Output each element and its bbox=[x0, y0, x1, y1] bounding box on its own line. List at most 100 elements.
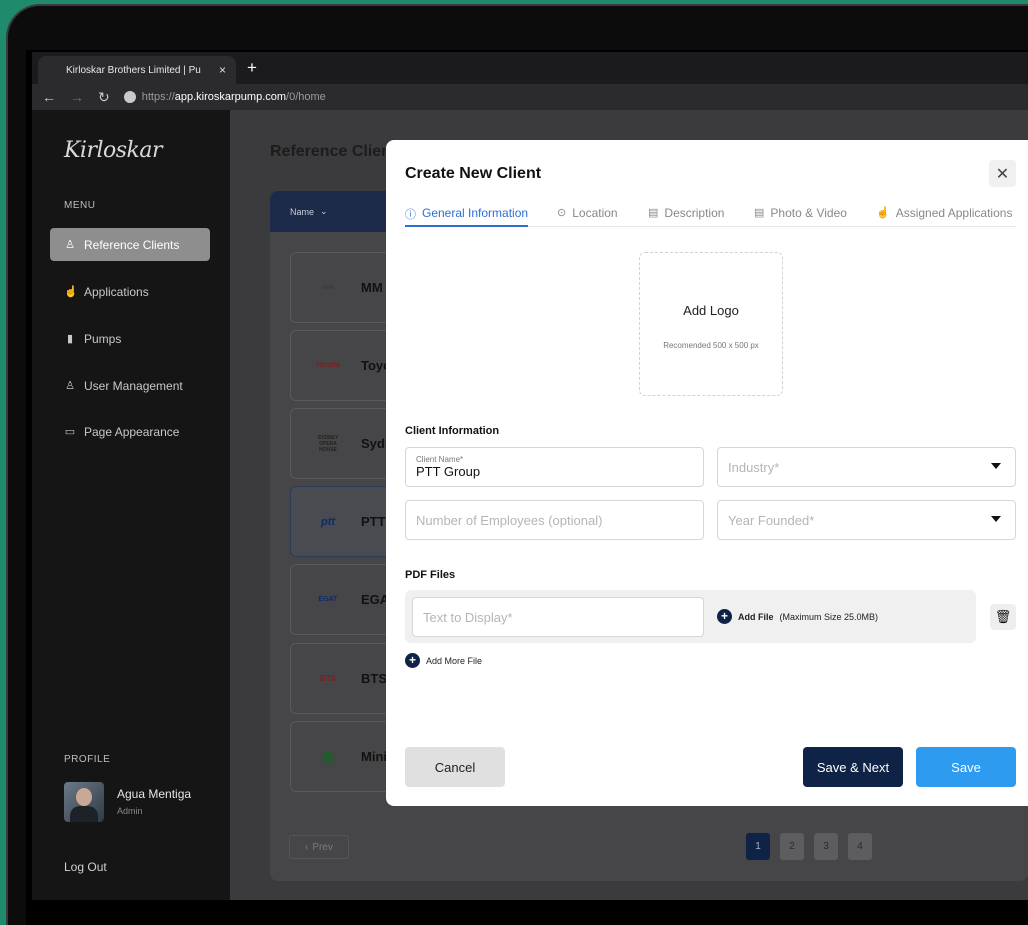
url-host: app.kiroskarpump.com bbox=[174, 91, 287, 103]
text-to-display-field[interactable]: Text to Display* bbox=[412, 597, 704, 637]
brand-logo: Kirloskar bbox=[64, 138, 163, 163]
forward-icon[interactable]: → bbox=[70, 89, 84, 105]
hand-icon: ☝ bbox=[876, 207, 890, 219]
save-button[interactable]: Save bbox=[916, 747, 1016, 787]
add-file-label: Add File bbox=[738, 611, 774, 622]
client-name: BTS bbox=[361, 671, 387, 686]
reload-icon[interactable]: ↻ bbox=[98, 89, 110, 106]
tab-label: Assigned Applications bbox=[895, 206, 1013, 220]
sidebar-item-user-management[interactable]: ♙ User Management bbox=[50, 369, 210, 402]
client-logo: SYDNEY OPERA HOUSE bbox=[317, 434, 339, 453]
add-logo-hint: Recomended 500 x 500 px bbox=[663, 341, 759, 350]
add-file-button[interactable]: + Add File (Maximum Size 25.0MB) bbox=[717, 609, 878, 624]
page-button-1[interactable]: 1 bbox=[746, 833, 770, 860]
page-button-3[interactable]: 3 bbox=[814, 833, 838, 860]
industry-placeholder: Industry* bbox=[728, 459, 780, 475]
sidebar-item-pumps[interactable]: ▮ Pumps bbox=[50, 322, 210, 355]
tab-general-information[interactable]: ⓘ General Information bbox=[405, 206, 529, 227]
table-row[interactable]: ◉ Mini bbox=[290, 721, 400, 792]
page-title: Reference Clien bbox=[270, 143, 391, 160]
tab-location[interactable]: ⊙ Location bbox=[557, 206, 618, 227]
client-name: EGA bbox=[361, 592, 390, 607]
close-icon: ✕ bbox=[995, 165, 1010, 183]
url-path: /0/home bbox=[286, 91, 326, 103]
industry-select[interactable]: Industry* bbox=[717, 447, 1016, 487]
url-field[interactable]: https://app.kiroskarpump.com/0/home bbox=[123, 91, 326, 103]
delete-file-button[interactable]: 🗑 bbox=[990, 604, 1016, 630]
plus-circle-icon: + bbox=[405, 653, 420, 668]
table-row[interactable]: EGAT EGA bbox=[290, 564, 400, 635]
text-to-display-placeholder: Text to Display* bbox=[423, 609, 513, 625]
cancel-button[interactable]: Cancel bbox=[405, 747, 505, 787]
hand-icon: ☝ bbox=[64, 286, 78, 298]
modal-title: Create New Client bbox=[405, 165, 542, 182]
location-icon: ⊙ bbox=[557, 207, 567, 219]
caret-down-icon bbox=[991, 516, 1001, 522]
column-name-label: Name bbox=[290, 206, 315, 217]
address-bar: ← → ↻ https://app.kiroskarpump.com/0/hom… bbox=[32, 84, 1028, 110]
tab-label: Description bbox=[664, 206, 725, 220]
add-logo-title: Add Logo bbox=[683, 303, 739, 318]
photo-icon: ▤ bbox=[754, 207, 765, 219]
plus-circle-icon: + bbox=[717, 609, 732, 624]
document-icon: ▤ bbox=[648, 207, 659, 219]
tab-photo-video[interactable]: ▤ Photo & Video bbox=[754, 206, 847, 227]
avatar[interactable] bbox=[64, 782, 104, 822]
menu-label: MENU bbox=[64, 200, 96, 211]
client-information-label: Client Information bbox=[405, 425, 500, 437]
client-logo: EGAT bbox=[318, 596, 338, 603]
client-logo: ≡≡≡ bbox=[322, 284, 334, 291]
year-founded-select[interactable]: Year Founded* bbox=[717, 500, 1016, 540]
table-row[interactable]: BTS BTS bbox=[290, 643, 400, 714]
caret-down-icon bbox=[991, 463, 1001, 469]
tab-assigned-applications[interactable]: ☝ Assigned Applications bbox=[876, 206, 1012, 227]
pdf-files-label: PDF Files bbox=[405, 569, 456, 581]
sidebar-item-page-appearance[interactable]: ▭ Page Appearance bbox=[50, 415, 210, 448]
user-role: Admin bbox=[117, 806, 143, 816]
table-row[interactable]: SYDNEY OPERA HOUSE Sydr bbox=[290, 408, 400, 479]
close-button[interactable]: ✕ bbox=[989, 160, 1016, 187]
back-icon[interactable]: ← bbox=[42, 89, 56, 105]
client-logo: ◉ bbox=[321, 748, 335, 764]
add-logo-dropzone[interactable]: Add Logo Recomended 500 x 500 px bbox=[639, 252, 783, 396]
trash-icon: 🗑 bbox=[994, 609, 1012, 624]
save-next-button[interactable]: Save & Next bbox=[803, 747, 903, 787]
prev-label: Prev bbox=[312, 841, 333, 853]
monitor-icon: ▭ bbox=[64, 426, 76, 438]
site-info-icon[interactable] bbox=[123, 91, 136, 103]
tab-close-icon[interactable]: × bbox=[219, 63, 226, 77]
table-row[interactable]: ≡≡≡ MM bbox=[290, 252, 400, 323]
client-name-field[interactable]: Client Name* PTT Group bbox=[405, 447, 704, 487]
table-row[interactable]: ptt PTT bbox=[290, 486, 400, 557]
page-button-4[interactable]: 4 bbox=[848, 833, 872, 860]
year-founded-placeholder: Year Founded* bbox=[728, 512, 815, 528]
users-icon: ♙ bbox=[65, 380, 75, 392]
add-more-file-button[interactable]: + Add More File bbox=[405, 653, 482, 668]
browser-tab[interactable]: Kirloskar Brothers Limited | Pu × bbox=[38, 56, 236, 84]
client-logo: ptt bbox=[320, 515, 336, 528]
sidebar-item-label: Applications bbox=[84, 284, 149, 299]
tab-label: General Information bbox=[422, 206, 529, 220]
url-prefix: https:// bbox=[141, 91, 175, 103]
client-name: MM bbox=[361, 280, 383, 295]
new-tab-button[interactable]: + bbox=[247, 58, 257, 78]
logout-link[interactable]: Log Out bbox=[64, 860, 107, 874]
add-file-hint: (Maximum Size 25.0MB) bbox=[779, 611, 879, 622]
employees-field[interactable]: Number of Employees (optional) bbox=[405, 500, 704, 540]
client-name: PTT bbox=[361, 514, 386, 529]
sidebar-item-label: Pumps bbox=[84, 331, 122, 346]
prev-page-button[interactable]: ‹ Prev bbox=[289, 835, 349, 859]
chevron-left-icon: ‹ bbox=[305, 841, 309, 853]
sidebar-item-label: Reference Clients bbox=[84, 237, 180, 252]
table-row[interactable]: TOYOTA Toyo bbox=[290, 330, 400, 401]
sidebar-item-reference-clients[interactable]: ♙ Reference Clients bbox=[50, 228, 210, 261]
user-icon: ♙ bbox=[65, 239, 75, 251]
sidebar-item-label: User Management bbox=[84, 378, 183, 393]
client-logo: BTS bbox=[320, 674, 336, 683]
sidebar-item-applications[interactable]: ☝ Applications bbox=[50, 275, 210, 308]
client-name-value: PTT Group bbox=[416, 464, 481, 479]
tab-label: Location bbox=[572, 206, 618, 220]
tab-description[interactable]: ▤ Description bbox=[648, 206, 724, 227]
page-button-2[interactable]: 2 bbox=[780, 833, 804, 860]
profile-label: PROFILE bbox=[64, 754, 111, 765]
